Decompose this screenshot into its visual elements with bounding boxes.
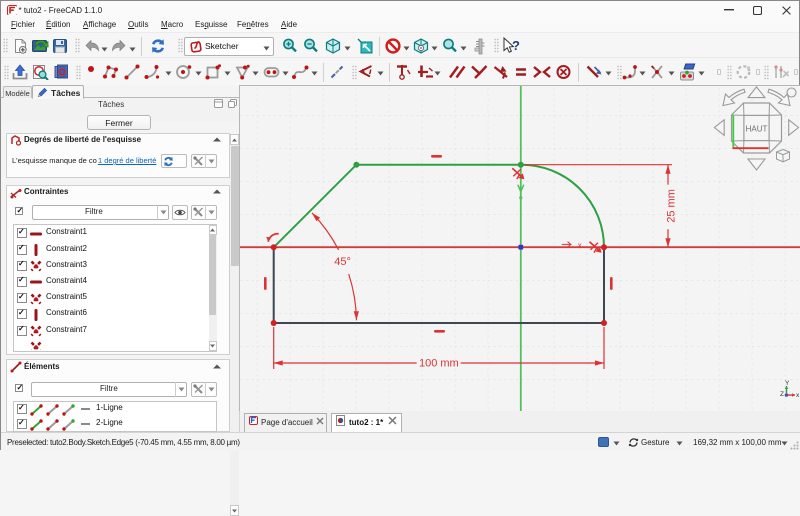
svg-text:Y: Y	[785, 380, 790, 387]
svg-text:25 mm: 25 mm	[665, 189, 677, 223]
svg-text:100 mm: 100 mm	[419, 358, 459, 370]
svg-text:x: x	[578, 241, 582, 250]
svg-text:HAUT: HAUT	[746, 125, 768, 134]
svg-text:?: ?	[512, 38, 520, 53]
svg-text:Z: Z	[780, 391, 784, 398]
svg-text:45°: 45°	[334, 256, 351, 268]
